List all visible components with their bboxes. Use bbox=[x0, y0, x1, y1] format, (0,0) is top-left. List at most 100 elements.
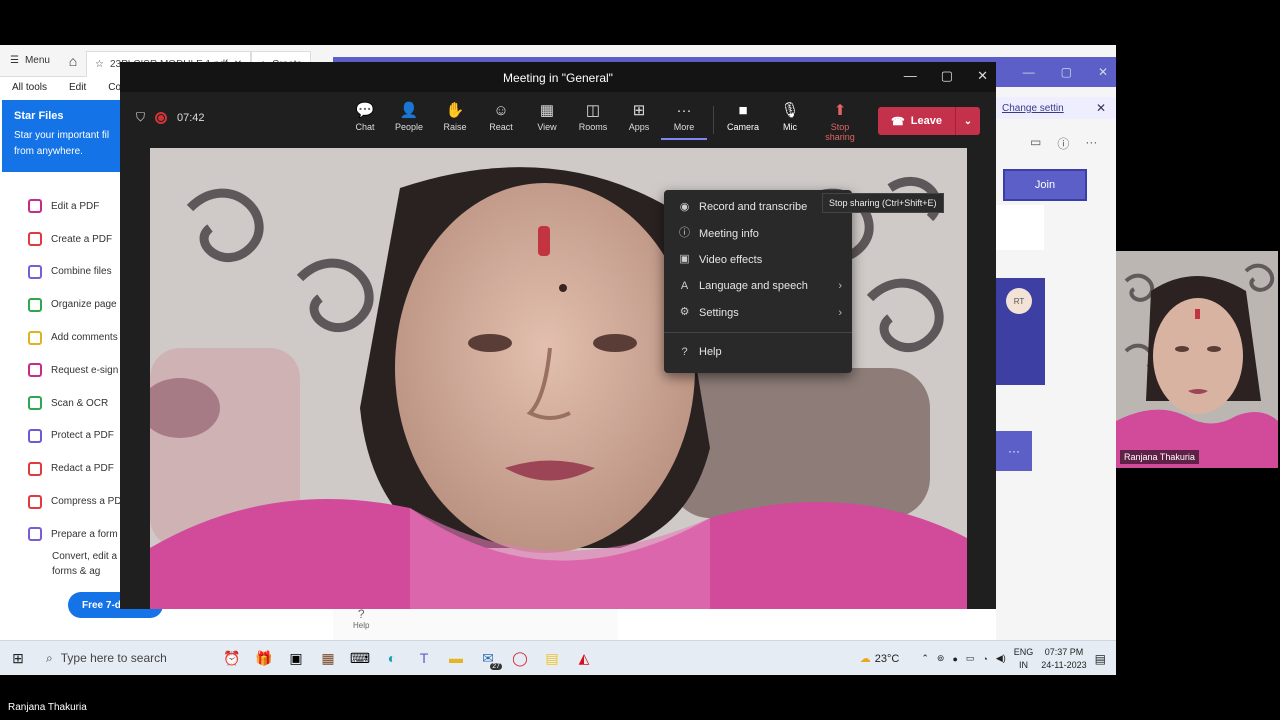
tool-icon bbox=[28, 297, 42, 312]
toolbar-button-label: People bbox=[394, 122, 424, 132]
meeting-titlebar: Meeting in "General" — ▢ ✕ bbox=[120, 62, 996, 92]
close-icon[interactable]: ✕ bbox=[1096, 101, 1106, 115]
home-icon[interactable]: ⌂ bbox=[60, 45, 86, 77]
toolbar-button-apps[interactable]: ⊞ Apps bbox=[616, 100, 662, 132]
video-camera-icon[interactable]: ▭ bbox=[1030, 135, 1041, 152]
wifi-icon[interactable]: ◔ bbox=[982, 654, 987, 664]
chevron-up-icon[interactable]: ⌃ bbox=[921, 653, 929, 664]
battery-icon[interactable]: ▭ bbox=[966, 653, 975, 664]
info-icon[interactable]: ⓘ bbox=[1057, 135, 1069, 152]
acrobat-tool-item[interactable]: Organize page bbox=[28, 288, 128, 321]
teams-app-icon[interactable]: T bbox=[408, 641, 440, 676]
toolbar-button-react[interactable]: ☺ React bbox=[478, 100, 524, 132]
toolbar-button-raise[interactable]: ✋ Raise bbox=[432, 100, 478, 132]
tool-icon bbox=[28, 396, 42, 411]
maximize-icon[interactable]: ▢ bbox=[941, 68, 953, 84]
windows-taskbar: ⊞ ⌕ Type here to search ⏰ 🎁 ▣ ▦ ⌨ ◐ T ▬ … bbox=[0, 640, 1116, 675]
stop-sharing-tooltip: Stop sharing (Ctrl+Shift+E) bbox=[822, 193, 944, 213]
tool-label: Redact a PDF bbox=[51, 463, 114, 475]
windows-start-icon[interactable]: ⊞ bbox=[0, 650, 36, 667]
tool-label: Compress a PD bbox=[51, 496, 122, 508]
toolbar-button-view[interactable]: ▦ View bbox=[524, 100, 570, 132]
toolbar-button-camera[interactable]: ■ Camera bbox=[720, 100, 766, 132]
acrobat-tool-item[interactable]: Add comments bbox=[28, 321, 128, 354]
region-code: IN bbox=[1019, 659, 1029, 670]
menu-item-help[interactable]: ? Help bbox=[664, 339, 852, 365]
weather-widget[interactable]: ☁ 23°C bbox=[860, 652, 900, 666]
toolbar-button-label: Mic bbox=[783, 122, 797, 132]
teams-banner: Change settin ✕ bbox=[996, 97, 1116, 119]
alarm-clock-icon[interactable]: ⏰ bbox=[216, 641, 248, 676]
acrobat-tool-item[interactable]: Redact a PDF bbox=[28, 452, 128, 485]
toolbar-button-mic[interactable]: 🎙 Mic bbox=[767, 100, 813, 132]
taskbar-search[interactable]: ⌕ Type here to search bbox=[36, 641, 216, 676]
more-options-icon[interactable]: ··· bbox=[1085, 135, 1097, 152]
toolbar-button-label: Chat bbox=[355, 122, 375, 132]
video-effects-icon: ▣ bbox=[679, 253, 690, 266]
acrobat-tool-item[interactable]: Scan & OCR bbox=[28, 387, 128, 420]
acrobat-tool-item[interactable]: Compress a PD bbox=[28, 485, 128, 518]
microphone-icon[interactable]: ● bbox=[952, 654, 957, 664]
opera-browser-icon[interactable]: ◯ bbox=[504, 641, 536, 676]
acrobat-tool-item[interactable]: Request e-sign bbox=[28, 354, 128, 387]
acrobat-tool-item[interactable]: Edit a PDF bbox=[28, 190, 128, 223]
file-explorer-icon[interactable]: ▬ bbox=[440, 641, 472, 676]
minimize-icon[interactable]: — bbox=[1023, 65, 1035, 79]
menu-item-language-and-speech[interactable]: A Language and speech › bbox=[664, 273, 852, 299]
view-icon: ▦ bbox=[539, 102, 555, 119]
toolbar-button-stop-sharing[interactable]: ⬆ Stop sharing bbox=[817, 100, 863, 142]
info-icon: ⓘ bbox=[679, 227, 690, 240]
taskbar-clock[interactable]: 07:37 PM 24-11-2023 bbox=[1041, 646, 1086, 672]
toolbar-button-label: Camera bbox=[726, 122, 759, 132]
close-icon[interactable]: ✕ bbox=[1098, 65, 1108, 79]
tool-label: Protect a PDF bbox=[51, 430, 114, 442]
gift-icon[interactable]: 🎁 bbox=[248, 641, 280, 676]
leave-main[interactable]: ☎ Leave bbox=[878, 107, 956, 135]
terminal-app-icon[interactable]: ⌨ bbox=[344, 641, 376, 676]
minimize-icon[interactable]: — bbox=[904, 68, 917, 84]
menu-edit[interactable]: Edit bbox=[69, 82, 86, 93]
acrobat-tool-item[interactable]: Create a PDF bbox=[28, 223, 128, 256]
toolbar-button-people[interactable]: 👤 People bbox=[386, 100, 432, 132]
toolbar-button-label: Apps bbox=[628, 122, 650, 132]
help-button[interactable]: ? Help bbox=[353, 607, 369, 630]
notifications-icon[interactable]: ▤ bbox=[1095, 652, 1106, 666]
toolbar-button-more[interactable]: ··· More bbox=[661, 100, 707, 140]
menu-item-label: Meeting info bbox=[699, 227, 759, 240]
toolbar-button-label: Rooms bbox=[578, 122, 608, 132]
meeting-status: ⛉ 07:42 bbox=[136, 110, 205, 125]
acrobat-tool-item[interactable]: Protect a PDF bbox=[28, 420, 128, 453]
volume-icon[interactable]: ◀) bbox=[996, 653, 1006, 664]
toolbar-button-chat[interactable]: 💬 Chat bbox=[342, 100, 388, 132]
leave-button[interactable]: ☎ Leave ⌄ bbox=[878, 107, 980, 135]
acrobat-tool-item[interactable]: Prepare a form bbox=[28, 518, 128, 551]
acrobat-app-icon[interactable]: ◭ bbox=[568, 641, 600, 676]
mail-app-icon[interactable]: ✉ 27 bbox=[472, 641, 504, 676]
menu-all-tools[interactable]: All tools bbox=[12, 82, 47, 93]
change-settings-link[interactable]: Change settin bbox=[1002, 103, 1064, 114]
acrobat-tool-item[interactable]: Combine files bbox=[28, 256, 128, 289]
task-view-icon[interactable]: ▣ bbox=[280, 641, 312, 676]
convert-promo-text: Convert, edit a forms & ag bbox=[52, 551, 118, 577]
chevron-down-icon[interactable]: ⌄ bbox=[956, 116, 980, 127]
acrobat-menu-button[interactable]: ☰ Menu bbox=[0, 45, 60, 77]
photo-app-icon[interactable]: ▦ bbox=[312, 641, 344, 676]
menu-item-settings[interactable]: ⚙ Settings › bbox=[664, 300, 852, 326]
sticky-notes-icon[interactable]: ▤ bbox=[536, 641, 568, 676]
maximize-icon[interactable]: ▢ bbox=[1061, 65, 1072, 79]
more-options-button[interactable]: ··· bbox=[996, 431, 1032, 471]
network-icon[interactable]: ⊚ bbox=[937, 653, 945, 664]
language-indicator[interactable]: ENG IN bbox=[1014, 646, 1034, 672]
tool-label: Organize page bbox=[51, 299, 117, 311]
join-button[interactable]: Join bbox=[1003, 169, 1087, 201]
acrobat-tools-list: Edit a PDF Create a PDF Combine files Organ… bbox=[28, 190, 128, 551]
toolbar-button-rooms[interactable]: ◫ Rooms bbox=[570, 100, 616, 132]
search-input[interactable]: Type here to search bbox=[61, 651, 167, 665]
menu-item-meeting-info[interactable]: ⓘ Meeting info bbox=[664, 220, 852, 246]
close-icon[interactable]: ✕ bbox=[977, 68, 988, 84]
tool-icon bbox=[28, 232, 42, 247]
star-files-description: Star your important fil from anywhere. bbox=[14, 130, 110, 157]
more-menu-items: ◉ Record and transcribe ⓘ Meeting info ▣ Vide… bbox=[664, 194, 852, 326]
edge-browser-icon[interactable]: ◐ bbox=[376, 641, 408, 676]
menu-item-video-effects[interactable]: ▣ Video effects bbox=[664, 247, 852, 273]
